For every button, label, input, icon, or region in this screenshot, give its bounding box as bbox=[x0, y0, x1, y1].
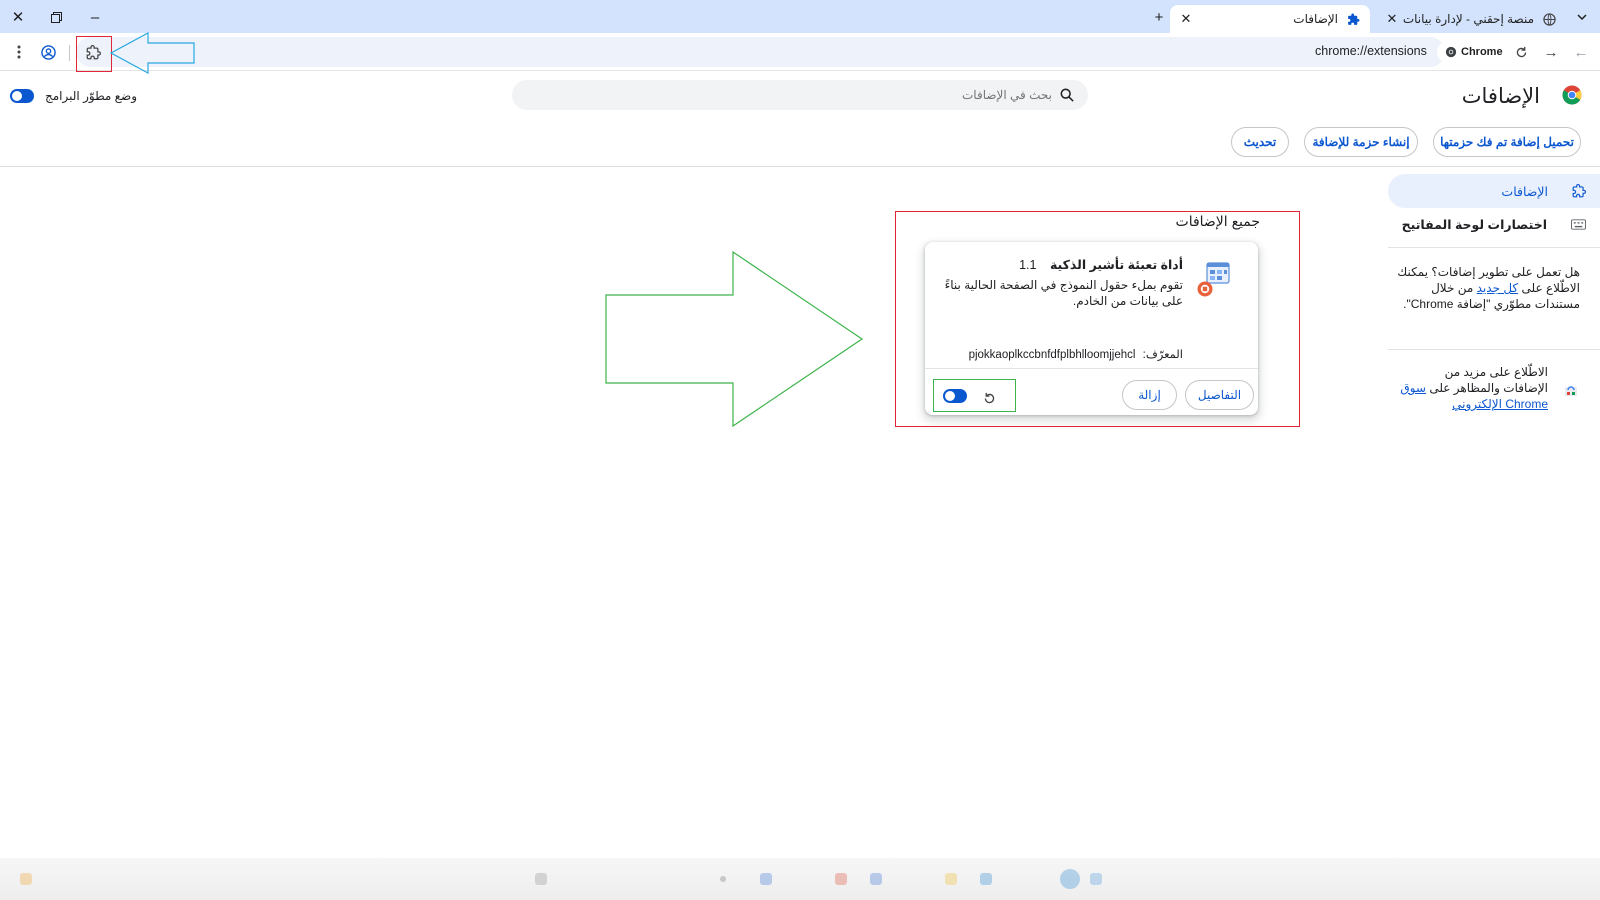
reload-button[interactable] bbox=[1510, 41, 1532, 63]
close-window-button[interactable]: ✕ bbox=[6, 6, 30, 28]
more-vert-icon bbox=[17, 45, 21, 59]
restore-icon bbox=[50, 11, 62, 23]
profile-button[interactable] bbox=[37, 41, 59, 63]
web-store-lead: الاطّلاع على مزيد من الإضافات والمظاهر ع… bbox=[1429, 365, 1548, 395]
page-title: الإضافات bbox=[1461, 85, 1540, 108]
menu-button[interactable] bbox=[8, 41, 30, 63]
chrome-chip[interactable]: Chrome bbox=[1437, 41, 1511, 63]
web-store-text: الاطّلاع على مزيد من الإضافات والمظاهر ع… bbox=[1398, 364, 1548, 412]
address-bar[interactable] bbox=[76, 37, 1445, 67]
taskbar-app-icon[interactable] bbox=[760, 873, 772, 885]
minimize-window-button[interactable]: – bbox=[83, 6, 107, 28]
chip-label: Chrome bbox=[1461, 46, 1503, 58]
chevron-down-icon bbox=[1577, 13, 1587, 20]
header-divider bbox=[0, 166, 1600, 167]
tab-ehqni[interactable]: منصة إحقني - لإدارة بيانات المتـ ✕ bbox=[1376, 5, 1566, 33]
pack-extension-button[interactable]: إنشاء حزمة للإضافة bbox=[1304, 127, 1418, 157]
sidebar-item-label: اختصارات لوحة المفاتيح bbox=[1401, 217, 1547, 232]
web-store-icon bbox=[1565, 386, 1577, 396]
new-tab-button[interactable]: + bbox=[1147, 6, 1171, 28]
taskbar bbox=[0, 858, 1600, 900]
account-icon bbox=[40, 44, 56, 60]
dev-mode-label: وضع مطوّر البرامج bbox=[45, 89, 138, 103]
arrow-back-icon: → bbox=[1543, 43, 1559, 61]
annotation-highlight-box bbox=[933, 379, 1016, 412]
sidebar-item-label: الإضافات bbox=[1501, 184, 1548, 199]
restore-window-button[interactable] bbox=[44, 6, 68, 28]
arrow-forward-icon: ← bbox=[1573, 43, 1589, 61]
plus-icon: + bbox=[1154, 8, 1164, 26]
load-unpacked-button[interactable]: تحميل إضافة تم فك حزمتها bbox=[1433, 127, 1581, 157]
tab-title: الإضافات bbox=[1293, 12, 1338, 26]
annotation-arrow-left bbox=[110, 32, 195, 74]
globe-icon bbox=[1542, 12, 1556, 26]
search-bar[interactable] bbox=[512, 80, 1088, 110]
tab-strip: ✕ – + الإضافات ✕ منصة إحقني - لإدارة بيا… bbox=[0, 0, 1600, 33]
dev-docs-question: هل تعمل على تطوير إضافات؟ bbox=[1431, 265, 1580, 279]
search-input[interactable] bbox=[532, 88, 1052, 102]
update-button[interactable]: تحديث bbox=[1231, 127, 1289, 157]
puzzle-icon bbox=[1572, 184, 1586, 198]
forward-button[interactable]: ← bbox=[1570, 41, 1592, 63]
sidebar-item-extensions[interactable]: الإضافات bbox=[1388, 174, 1600, 208]
url-text[interactable]: chrome://extensions bbox=[1315, 44, 1427, 58]
sidebar-divider bbox=[1388, 247, 1600, 248]
taskbar-app-icon[interactable] bbox=[945, 873, 957, 885]
search-icon bbox=[1060, 88, 1074, 102]
sidebar-item-keyboard-shortcuts[interactable]: اختصارات لوحة المفاتيح bbox=[1388, 207, 1600, 241]
taskbar-app-icon[interactable] bbox=[1090, 873, 1102, 885]
taskbar-app-icon[interactable] bbox=[980, 873, 992, 885]
puzzle-icon bbox=[1346, 12, 1360, 26]
annotation-arrow-right bbox=[605, 250, 864, 428]
back-button[interactable]: → bbox=[1540, 41, 1562, 63]
taskbar-app-icon[interactable] bbox=[835, 873, 847, 885]
close-tab-icon[interactable]: ✕ bbox=[1178, 11, 1194, 27]
taskbar-app-icon[interactable] bbox=[870, 873, 882, 885]
annotation-highlight-box bbox=[76, 36, 112, 72]
close-tab-icon[interactable]: ✕ bbox=[1384, 11, 1400, 27]
taskbar-app-icon[interactable] bbox=[720, 876, 726, 882]
toolbar-divider bbox=[69, 45, 70, 61]
reload-icon bbox=[1516, 46, 1526, 57]
dev-docs-text: هل تعمل على تطوير إضافات؟ يمكنك الاطّلاع… bbox=[1390, 264, 1580, 312]
tab-title: منصة إحقني - لإدارة بيانات المتـ bbox=[1399, 12, 1534, 26]
sidebar-divider bbox=[1388, 349, 1600, 350]
taskbar-search-icon[interactable] bbox=[535, 873, 547, 885]
taskbar-app-icon[interactable] bbox=[20, 873, 32, 885]
dev-mode-toggle[interactable] bbox=[10, 89, 34, 103]
chrome-logo-icon bbox=[1562, 85, 1582, 105]
tab-search-button[interactable] bbox=[1570, 6, 1594, 28]
taskbar-app-icon[interactable] bbox=[1060, 869, 1080, 889]
whats-new-link[interactable]: كل جديد bbox=[1477, 281, 1519, 295]
chrome-logo-icon bbox=[1445, 46, 1457, 58]
tab-extensions[interactable]: الإضافات ✕ bbox=[1170, 5, 1370, 33]
keyboard-icon bbox=[1571, 218, 1586, 230]
